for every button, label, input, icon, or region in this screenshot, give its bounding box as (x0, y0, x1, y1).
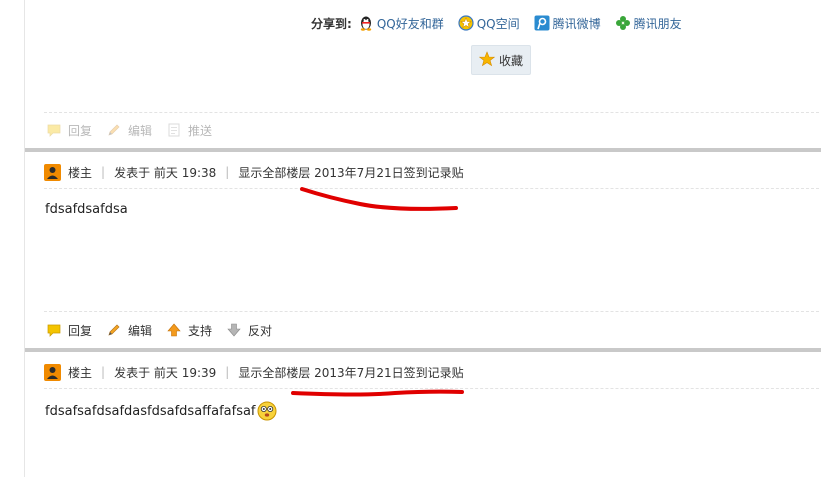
left-border (24, 0, 25, 477)
pencil-icon (106, 322, 122, 338)
reply-bubble-icon (46, 322, 62, 338)
qzone-star-icon (458, 15, 474, 31)
share-tencent-weibo[interactable]: 腾讯微博 (534, 15, 601, 32)
favorite-button[interactable]: 收藏 (471, 45, 531, 75)
reply-label: 回复 (68, 123, 93, 138)
qq-penguin-icon (358, 15, 374, 31)
push-label: 推送 (188, 123, 213, 138)
reply-bubble-icon (46, 122, 62, 138)
edit-label: 编辑 (128, 323, 153, 338)
oppose-label: 反对 (248, 323, 273, 338)
thread-owner-icon (44, 363, 61, 381)
share-label: 分享到: (311, 16, 352, 31)
post-content: fdsafdsafdsa (45, 202, 128, 217)
post-actions: 回复 编辑 支持 反对 (46, 322, 286, 338)
divider (44, 112, 819, 113)
pencil-icon (106, 122, 122, 138)
pipe-divider: | (225, 165, 230, 179)
support-label: 支持 (188, 323, 213, 338)
star-icon (478, 50, 496, 70)
thread-link[interactable]: 显示全部楼层 2013年7月21日签到记录贴 (238, 364, 463, 381)
emoticon-icon (257, 401, 277, 421)
reply-button[interactable]: 回复 (46, 322, 92, 339)
pipe-divider: | (101, 365, 106, 379)
edit-button[interactable]: 编辑 (106, 322, 152, 339)
share-tencent-friends[interactable]: 腾讯朋友 (615, 15, 682, 32)
pipe-divider: | (225, 365, 230, 379)
post-time: 发表于 前天 19:38 (114, 165, 217, 180)
push-button[interactable]: 推送 (166, 122, 212, 139)
edit-button[interactable]: 编辑 (106, 122, 152, 139)
post-separator (25, 348, 821, 352)
divider (44, 188, 819, 189)
clover-icon (615, 15, 631, 31)
post-time: 发表于 前天 19:39 (114, 365, 217, 380)
post-header: 楼主 | 发表于 前天 19:39 | 显示全部楼层 2013年7月21日签到记… (44, 363, 464, 381)
tencent-weibo-icon (534, 15, 550, 31)
post-text: fdsafdsafdsa (45, 202, 128, 217)
post-header: 楼主 | 发表于 前天 19:38 | 显示全部楼层 2013年7月21日签到记… (44, 163, 464, 181)
post-actions-faded: 回复 编辑 推送 (46, 122, 226, 138)
share-bar: 分享到: QQ好友和群 QQ空间 腾讯微博 腾讯朋友 (311, 14, 696, 32)
share-qq-friends[interactable]: QQ好友和群 (358, 15, 444, 32)
share-qq-friends-label: QQ好友和群 (376, 16, 444, 31)
red-underline-2 (291, 389, 464, 397)
pipe-divider: | (101, 165, 106, 179)
share-tencent-friends-label: 腾讯朋友 (633, 16, 682, 31)
edit-label: 编辑 (128, 123, 153, 138)
divider (44, 311, 819, 312)
support-button[interactable]: 支持 (166, 322, 212, 339)
arrow-up-icon (166, 322, 182, 338)
favorite-label: 收藏 (498, 53, 523, 68)
post-content: fdsafsafdsafdasfdsafdsaffafafsaf (45, 401, 277, 421)
divider (44, 388, 819, 389)
reply-label: 回复 (68, 323, 93, 338)
arrow-down-icon (226, 322, 242, 338)
red-underline-1 (300, 187, 458, 211)
share-tencent-weibo-label: 腾讯微博 (552, 16, 601, 31)
reply-button[interactable]: 回复 (46, 122, 92, 139)
post-text: fdsafsafdsafdasfdsafdsaffafafsaf (45, 403, 256, 419)
thread-link[interactable]: 显示全部楼层 2013年7月21日签到记录贴 (238, 164, 463, 181)
share-qzone[interactable]: QQ空间 (458, 15, 520, 32)
author-role[interactable]: 楼主 (68, 364, 92, 381)
thread-owner-icon (44, 163, 61, 181)
author-role[interactable]: 楼主 (68, 164, 92, 181)
post-separator (25, 148, 821, 152)
document-icon (166, 122, 182, 138)
oppose-button[interactable]: 反对 (226, 322, 272, 339)
share-qzone-label: QQ空间 (476, 16, 520, 31)
